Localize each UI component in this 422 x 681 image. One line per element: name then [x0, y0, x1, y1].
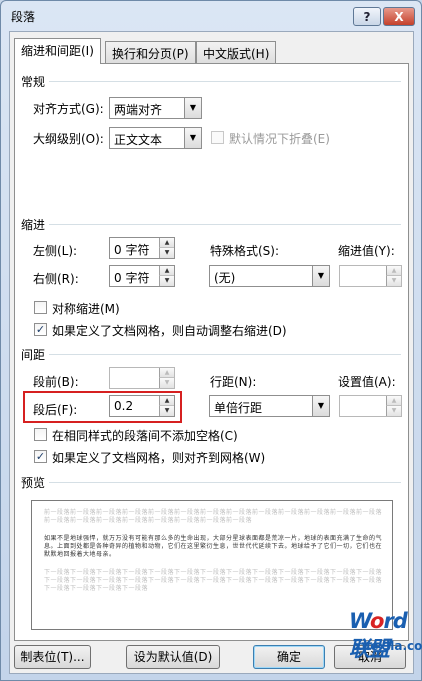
spin-down-icon[interactable]: ▼	[159, 378, 174, 388]
mirror-indents-label: 对称缩进(M)	[52, 302, 120, 316]
space-after-label: 段后(F):	[33, 403, 78, 417]
alignment-value: 两端对齐	[114, 103, 163, 117]
left-indent-label: 左侧(L):	[33, 244, 78, 258]
tab-asian-typography[interactable]: 中文版式(H)	[196, 41, 277, 63]
spacing-at-label: 设置值(A):	[338, 375, 396, 389]
spin-up-icon[interactable]: ▲	[159, 396, 174, 406]
outline-level-label: 大纲级别(O):	[33, 132, 104, 146]
mirror-indents-checkbox[interactable]	[34, 301, 47, 314]
indent-by-stepper[interactable]: ▲ ▼	[339, 265, 402, 287]
tab-line-page-breaks[interactable]: 换行和分页(P)	[105, 41, 196, 63]
line-spacing-select[interactable]: 单倍行距 ▼	[209, 395, 330, 417]
outline-level-value: 正文文本	[114, 133, 163, 147]
no-space-same-style-label: 在相同样式的段落间不添加空格(C)	[52, 429, 238, 443]
space-after-value: 0.2	[114, 399, 134, 413]
ok-button[interactable]: 确定	[253, 645, 325, 669]
alignment-select[interactable]: 两端对齐 ▼	[109, 97, 202, 119]
preview-divider	[49, 482, 401, 483]
spin-down-icon[interactable]: ▼	[386, 276, 401, 286]
close-button[interactable]: X	[383, 7, 415, 26]
general-header: 常规	[21, 75, 46, 89]
watermark-logo: Word联盟	[349, 609, 421, 663]
chevron-down-icon: ▼	[184, 128, 201, 148]
left-indent-value: 0 字符	[114, 243, 150, 257]
collapse-label: 默认情况下折叠(E)	[229, 132, 330, 146]
line-spacing-value: 单倍行距	[214, 401, 263, 415]
watermark-logo-w: W	[349, 609, 371, 633]
paragraph-dialog: 段落 ? X 缩进和间距(I) 换行和分页(P) 中文版式(H) 常规 对齐方式…	[0, 0, 422, 681]
space-after-stepper[interactable]: 0.2 ▲ ▼	[109, 395, 175, 417]
preview-sample-paragraph: 如果不是地球强悍，就万万没有可能有那么多的生命出现，大部分星球表面都是荒凉一片，…	[44, 535, 383, 558]
indent-header: 缩进	[21, 218, 46, 232]
help-button[interactable]: ?	[353, 7, 381, 26]
spin-down-icon[interactable]: ▼	[159, 406, 174, 416]
indents-spacing-panel: 常规 对齐方式(G): 两端对齐 ▼ 大纲级别(O): 正文文本 ▼ 默认情况下…	[14, 63, 409, 641]
auto-adjust-checkbox[interactable]: ✓	[34, 323, 47, 336]
dialog-title: 段落	[11, 10, 36, 24]
spin-down-icon[interactable]: ▼	[159, 248, 174, 258]
line-spacing-label: 行距(N):	[210, 375, 257, 389]
collapse-checkbox[interactable]	[211, 131, 224, 144]
watermark-url: xuexila.com	[354, 639, 422, 653]
dialog-client: 缩进和间距(I) 换行和分页(P) 中文版式(H) 常规 对齐方式(G): 两端…	[9, 31, 414, 674]
indent-by-label: 缩进值(Y):	[338, 244, 395, 258]
spacing-header: 间距	[21, 348, 46, 362]
spin-up-icon[interactable]: ▲	[386, 266, 401, 276]
preview-next-paragraph: 下一段落下一段落下一段落下一段落下一段落下一段落下一段落下一段落下一段落下一段落…	[44, 569, 383, 592]
watermark-logo-rd: rd	[383, 609, 407, 633]
indent-divider	[49, 224, 401, 225]
tabs-button[interactable]: 制表位(T)...	[14, 645, 91, 669]
spin-down-icon[interactable]: ▼	[386, 406, 401, 416]
spin-up-icon[interactable]: ▲	[159, 368, 174, 378]
set-default-button[interactable]: 设为默认值(D)	[126, 645, 220, 669]
space-before-stepper[interactable]: ▲ ▼	[109, 367, 175, 389]
snap-to-grid-label: 如果定义了文档网格，则对齐到网格(W)	[52, 451, 266, 465]
tab-indents-spacing[interactable]: 缩进和间距(I)	[14, 38, 101, 64]
title-bar[interactable]: 段落 ? X	[1, 1, 421, 31]
preview-previous-paragraph: 前一段落前一段落前一段落前一段落前一段落前一段落前一段落前一段落前一段落前一段落…	[44, 509, 383, 524]
spin-down-icon[interactable]: ▼	[159, 276, 174, 286]
general-divider	[49, 81, 401, 82]
spin-up-icon[interactable]: ▲	[159, 238, 174, 248]
no-space-same-style-checkbox[interactable]	[34, 428, 47, 441]
left-indent-stepper[interactable]: 0 字符 ▲ ▼	[109, 237, 175, 259]
outline-level-select[interactable]: 正文文本 ▼	[109, 127, 202, 149]
preview-header: 预览	[21, 476, 46, 490]
special-indent-value: (无)	[214, 271, 236, 285]
chevron-down-icon: ▼	[312, 266, 329, 286]
alignment-label: 对齐方式(G):	[33, 102, 104, 116]
preview-box: 前一段落前一段落前一段落前一段落前一段落前一段落前一段落前一段落前一段落前一段落…	[31, 500, 393, 630]
special-indent-select[interactable]: (无) ▼	[209, 265, 330, 287]
right-indent-label: 右侧(R):	[33, 272, 79, 286]
watermark-logo-o: o	[370, 609, 384, 633]
spin-up-icon[interactable]: ▲	[386, 396, 401, 406]
spacing-divider	[49, 354, 401, 355]
spin-up-icon[interactable]: ▲	[159, 266, 174, 276]
snap-to-grid-checkbox[interactable]: ✓	[34, 450, 47, 463]
chevron-down-icon: ▼	[184, 98, 201, 118]
right-indent-value: 0 字符	[114, 271, 150, 285]
auto-adjust-label: 如果定义了文档网格，则自动调整右缩进(D)	[52, 324, 287, 338]
right-indent-stepper[interactable]: 0 字符 ▲ ▼	[109, 265, 175, 287]
special-indent-label: 特殊格式(S):	[210, 244, 280, 258]
spacing-at-stepper[interactable]: ▲ ▼	[339, 395, 402, 417]
space-before-label: 段前(B):	[33, 375, 79, 389]
chevron-down-icon: ▼	[312, 396, 329, 416]
